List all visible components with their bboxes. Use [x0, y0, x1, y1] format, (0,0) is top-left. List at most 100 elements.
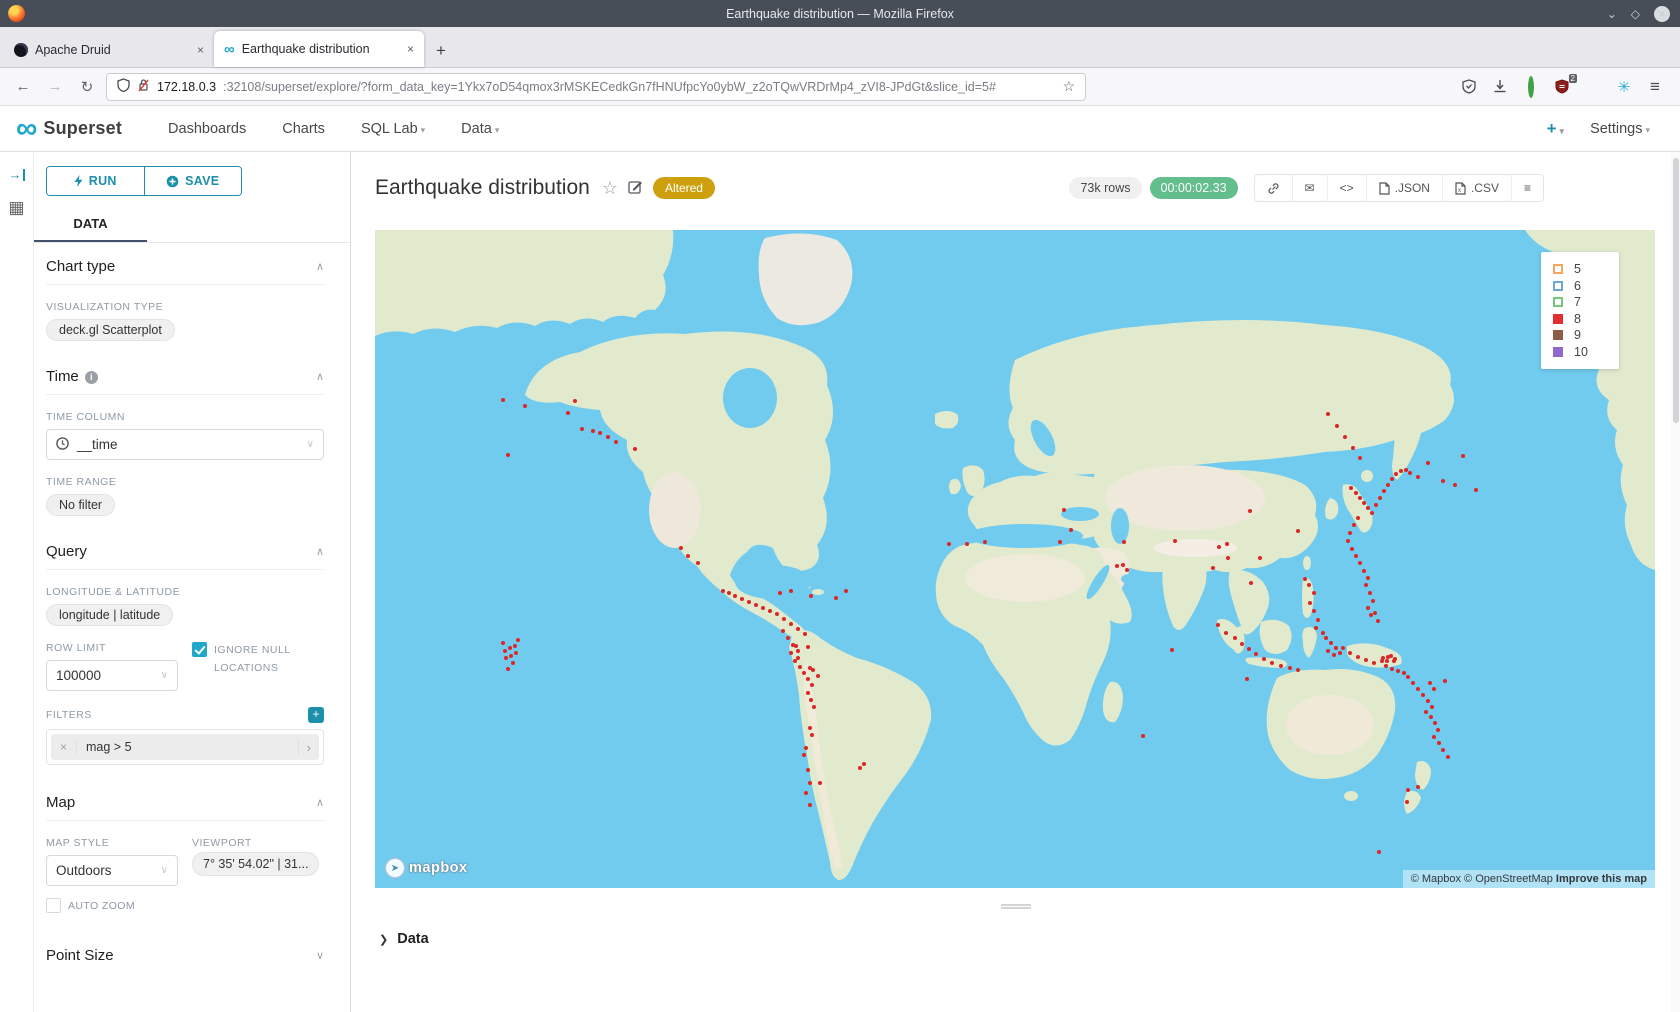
pinwheel-extension-icon[interactable]: ✳ — [1615, 78, 1633, 96]
new-tab-button[interactable]: + — [424, 41, 458, 67]
map-point — [1356, 655, 1360, 659]
lock-insecure-icon[interactable] — [137, 78, 150, 95]
minimize-icon[interactable]: ⌄ — [1607, 8, 1617, 20]
settings-menu[interactable]: Settings▾ — [1590, 121, 1650, 137]
map-point — [1386, 483, 1390, 487]
legend-label: 6 — [1574, 279, 1581, 293]
map-point — [1247, 647, 1251, 651]
chevron-down-icon: ∨ — [161, 670, 168, 681]
chevron-right-icon[interactable]: › — [298, 740, 319, 755]
maximize-icon[interactable]: ◇ — [1631, 8, 1640, 20]
map-point — [1170, 648, 1174, 652]
map-attribution[interactable]: © Mapbox © OpenStreetMap Improve this ma… — [1403, 870, 1655, 888]
map-point — [606, 435, 610, 439]
panel-resize-handle[interactable] — [1001, 904, 1031, 909]
map-point — [789, 651, 793, 655]
extension-green-icon[interactable] — [1522, 79, 1540, 95]
map-point — [1332, 653, 1336, 657]
page-scrollbar — [1671, 152, 1680, 1012]
map-point — [1058, 540, 1062, 544]
nav-dashboards[interactable]: Dashboards — [168, 121, 246, 137]
embed-code-button[interactable]: <> — [1328, 175, 1367, 201]
map-point — [1348, 531, 1352, 535]
add-new-button[interactable]: +▾ — [1547, 119, 1564, 139]
section-query[interactable]: Query∧ — [46, 528, 324, 570]
hamburger-menu-icon[interactable]: ≡ — [1646, 77, 1664, 97]
row-limit-select[interactable]: 100000 ∨ — [46, 660, 178, 691]
filter-chip[interactable]: × mag > 5 › — [51, 734, 319, 760]
copy-link-button[interactable] — [1255, 175, 1293, 201]
nav-data[interactable]: Data▾ — [461, 121, 499, 137]
more-options-button[interactable]: ≡ — [1512, 175, 1543, 201]
nav-charts[interactable]: Charts — [282, 121, 325, 137]
map-style-select[interactable]: Outdoors ∨ — [46, 855, 178, 886]
window-title: Earthquake distribution — Mozilla Firefo… — [0, 7, 1680, 21]
scrollbar-thumb[interactable] — [1673, 158, 1679, 423]
map-point — [1416, 475, 1420, 479]
ublock-badge: 2 — [1569, 74, 1577, 83]
favorite-star-icon[interactable]: ☆ — [602, 178, 618, 199]
back-icon[interactable]: ← — [10, 78, 36, 95]
reload-icon[interactable]: ↻ — [74, 78, 100, 96]
shield-icon[interactable] — [117, 78, 130, 95]
nav-sql-lab[interactable]: SQL Lab▾ — [361, 121, 425, 137]
legend-label: 9 — [1574, 328, 1581, 342]
tab-close-icon[interactable]: × — [197, 43, 204, 57]
druid-favicon-icon — [14, 43, 28, 57]
pocket-shield-icon[interactable] — [1460, 79, 1478, 94]
map-point — [1225, 542, 1229, 546]
export-csv-button[interactable]: x .CSV — [1443, 175, 1512, 201]
time-range-chip[interactable]: No filter — [46, 494, 115, 516]
map-point — [1406, 788, 1410, 792]
tab-apache-druid[interactable]: Apache Druid × — [4, 33, 214, 67]
map-point — [796, 649, 800, 653]
section-map[interactable]: Map∧ — [46, 779, 324, 821]
run-button[interactable]: RUN — [47, 167, 145, 195]
dataset-grid-icon[interactable]: ▦ — [0, 198, 33, 218]
map-point — [1288, 666, 1292, 670]
section-time[interactable]: Timei ∧ — [46, 353, 324, 395]
chevron-down-icon: ▾ — [421, 125, 426, 135]
mapbox-logo[interactable]: ➤ mapbox — [385, 858, 468, 878]
forward-icon[interactable]: → — [42, 78, 68, 95]
map-point — [1402, 671, 1406, 675]
map-point — [1411, 681, 1415, 685]
map-point — [1370, 511, 1374, 515]
map-point — [1364, 583, 1368, 587]
save-button[interactable]: SAVE — [145, 167, 242, 195]
map-point — [754, 603, 758, 607]
code-icon: <> — [1340, 181, 1354, 195]
map-point — [614, 440, 618, 444]
close-icon[interactable]: × — [1654, 6, 1670, 22]
superset-brand[interactable]: ∞ Superset — [16, 118, 122, 139]
map-point — [1356, 516, 1360, 520]
bookmark-star-icon[interactable]: ☆ — [1062, 78, 1075, 95]
tab-close-icon[interactable]: × — [407, 42, 414, 56]
tab-earthquake-distribution[interactable]: ∞ Earthquake distribution × — [214, 31, 424, 67]
data-results-collapse[interactable]: ❯ Data — [375, 931, 1656, 947]
viewport-chip[interactable]: 7° 35' 54.02" | 31... — [192, 852, 319, 876]
map-legend: 5678910 — [1541, 252, 1619, 369]
viz-type-chip[interactable]: deck.gl Scatterplot — [46, 319, 175, 341]
map-point — [1312, 609, 1316, 613]
ublock-shield-icon[interactable]: 2 — [1553, 79, 1571, 94]
auto-zoom-checkbox[interactable] — [46, 898, 61, 913]
email-button[interactable]: ✉ — [1293, 175, 1328, 201]
url-field[interactable]: 172.18.0.3:32108/superset/explore/?form_… — [106, 73, 1086, 101]
export-json-button[interactable]: .JSON — [1367, 175, 1443, 201]
download-icon[interactable] — [1491, 79, 1509, 94]
expand-dataset-panel-icon[interactable]: → — [9, 169, 25, 181]
remove-filter-icon[interactable]: × — [51, 740, 77, 754]
ignore-null-checkbox[interactable] — [192, 642, 207, 657]
section-point-size[interactable]: Point Size∨ — [46, 932, 324, 973]
add-filter-button[interactable]: + — [308, 707, 324, 723]
map-point — [802, 753, 806, 757]
tab-data[interactable]: DATA — [34, 206, 147, 242]
lonlat-chip[interactable]: longitude | latitude — [46, 604, 173, 626]
deckgl-map[interactable]: 5678910 ➤ mapbox © Mapbox © OpenStreetMa… — [375, 230, 1655, 888]
section-chart-type[interactable]: Chart type∧ — [46, 243, 324, 285]
time-column-select[interactable]: __time ∨ — [46, 429, 324, 460]
filter-container: × mag > 5 › — [46, 729, 324, 765]
edit-properties-icon[interactable] — [628, 179, 643, 197]
map-point — [1432, 735, 1436, 739]
